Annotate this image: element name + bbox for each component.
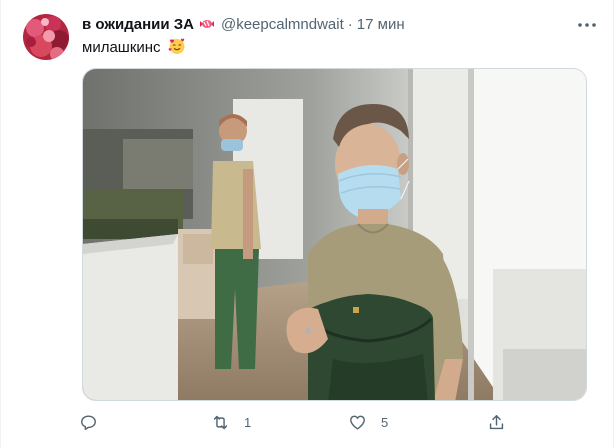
tweet-text: милашкинс [82,37,186,58]
timestamp[interactable]: 17 мин [357,15,405,35]
retweet-count: 1 [244,415,252,430]
reply-button[interactable] [79,413,112,432]
separator-dot: · [347,16,353,33]
more-options-button[interactable] [575,13,599,37]
smiling-face-with-hearts-icon [168,38,185,54]
candy-icon [199,20,214,28]
tweet-card[interactable]: в ожидании ЗА @keepcalmndwait · 17 мин м… [0,0,614,448]
tweet-header: в ожидании ЗА @keepcalmndwait · 17 мин [82,15,585,35]
share-icon [489,415,504,430]
retweet-icon [213,415,228,430]
tweet-text-content: милашкинс [82,39,161,56]
like-count: 5 [381,415,389,430]
photo-image [83,69,586,400]
retweet-button[interactable]: 1 [211,413,251,432]
like-button[interactable]: 5 [348,413,388,432]
display-name[interactable]: в ожидании ЗА [82,15,194,35]
avatar[interactable] [23,14,69,60]
share-button[interactable] [487,413,520,432]
heart-icon [350,415,365,430]
tweet-actions: 1 5 [79,413,509,435]
ellipsis-icon [578,23,596,27]
avatar-image [23,14,69,60]
reply-icon [81,415,96,430]
tweet-photo[interactable] [82,68,587,401]
user-handle[interactable]: @keepcalmndwait [221,15,344,35]
